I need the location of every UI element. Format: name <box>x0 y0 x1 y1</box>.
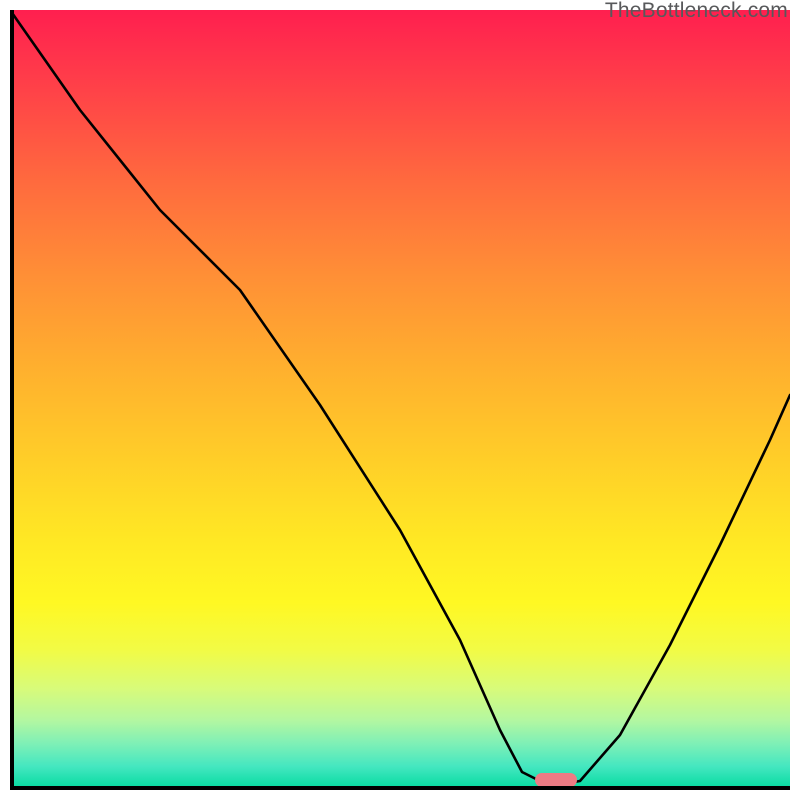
bottleneck-chart: TheBottleneck.com <box>0 0 800 800</box>
chart-background-gradient <box>10 10 790 790</box>
